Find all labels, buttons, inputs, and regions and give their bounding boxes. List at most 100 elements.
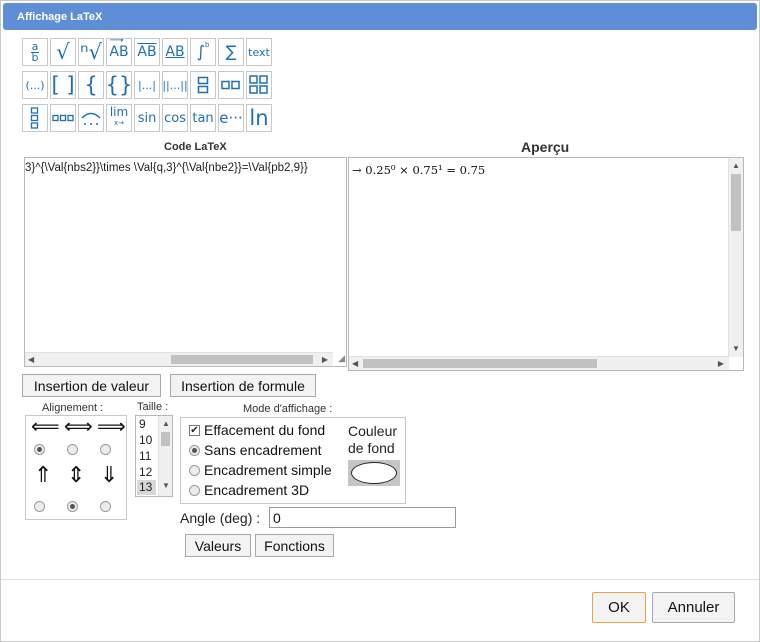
row-3-button[interactable]: [50, 104, 76, 132]
align-bottom-icon: ⇓: [100, 462, 119, 487]
align-right-radio[interactable]: [100, 444, 111, 455]
align-bottom-radio[interactable]: [100, 501, 111, 512]
parentheses-button[interactable]: (...): [22, 71, 48, 99]
size-scrollbar[interactable]: ▲ ▼: [158, 416, 172, 496]
preview-vscroll-thumb[interactable]: [731, 174, 741, 231]
align-center-h-icon: ⟺: [64, 416, 93, 438]
frame-none-option[interactable]: Sans encadrement: [189, 442, 322, 458]
exp-button[interactable]: e···: [218, 104, 244, 132]
exp-icon: e···: [219, 108, 243, 127]
frame-none-radio[interactable]: [189, 445, 200, 456]
norm-icon: ||...||: [162, 78, 188, 92]
column-3-button[interactable]: [22, 104, 48, 132]
norm-button[interactable]: ||...||: [162, 71, 188, 99]
display-mode-label: Mode d'affichage :: [243, 403, 333, 415]
brace-button[interactable]: {: [78, 71, 104, 99]
vector-icon: ⟶ AB: [109, 38, 129, 60]
angle-input[interactable]: [269, 507, 456, 528]
align-right-icon: ⟹: [97, 416, 126, 438]
sum-button[interactable]: ∑: [218, 38, 244, 66]
preview-hscroll-thumb[interactable]: [363, 359, 597, 368]
sin-button[interactable]: sin: [134, 104, 160, 132]
code-latex-label: Code LaTeX: [164, 141, 227, 153]
frame-3d-radio[interactable]: [189, 485, 200, 496]
vector-button[interactable]: ⟶ AB: [106, 38, 132, 66]
alignment-group: ⟸ ⟺ ⟹ ⇑ ⇕ ⇓: [25, 415, 127, 520]
sin-icon: sin: [137, 110, 157, 126]
bg-color-picker[interactable]: [348, 460, 400, 486]
integral-button[interactable]: ∫ b: [190, 38, 216, 66]
editor-horizontal-scrollbar[interactable]: ◀ ▶: [25, 352, 333, 366]
latex-code-editor[interactable]: 3}^{\Val{nbs2}}\times \Val{q,3}^{\Val{nb…: [24, 157, 347, 367]
functions-button[interactable]: Fonctions: [255, 534, 334, 557]
ok-button[interactable]: OK: [592, 592, 646, 623]
erase-background-option[interactable]: ✔ Effacement du fond: [189, 422, 325, 438]
arc-button[interactable]: [78, 104, 104, 132]
align-center-v-radio[interactable]: [67, 501, 78, 512]
tan-button[interactable]: tan: [190, 104, 216, 132]
scroll-down-icon[interactable]: ▼: [162, 482, 170, 490]
limit-button[interactable]: lim x→: [106, 104, 132, 132]
ln-button[interactable]: ln: [246, 104, 272, 132]
preview-vertical-scrollbar[interactable]: ▲ ▼: [728, 158, 743, 357]
color-oval-icon: [351, 462, 397, 484]
size-scroll-thumb[interactable]: [161, 432, 170, 446]
sqrt-icon: √: [56, 39, 70, 64]
braces-icon: {}: [106, 72, 132, 97]
scroll-right-icon[interactable]: ▶: [322, 356, 328, 364]
size-option-selected[interactable]: 13: [137, 480, 156, 495]
nth-root-button[interactable]: ⁿ√: [78, 38, 104, 66]
scroll-up-icon[interactable]: ▲: [162, 420, 170, 428]
erase-background-checkbox[interactable]: ✔: [189, 425, 200, 436]
matrix-icon: [249, 75, 268, 94]
align-left-radio[interactable]: [34, 444, 45, 455]
underline-icon: AB: [165, 44, 185, 60]
brackets-button[interactable]: [ ]: [50, 71, 76, 99]
values-button[interactable]: Valeurs: [185, 534, 251, 557]
scroll-left-icon[interactable]: ◀: [352, 360, 358, 368]
frame-simple-option[interactable]: Encadrement simple: [189, 462, 332, 478]
scroll-left-icon[interactable]: ◀: [28, 356, 34, 364]
fraction-button[interactable]: ab: [22, 38, 48, 66]
frame-3d-option[interactable]: Encadrement 3D: [189, 482, 309, 498]
scroll-right-icon[interactable]: ▶: [718, 360, 724, 368]
preview-label: Aperçu: [521, 139, 570, 155]
text-button[interactable]: text: [246, 38, 272, 66]
latex-code-text[interactable]: 3}^{\Val{nbs2}}\times \Val{q,3}^{\Val{nb…: [25, 162, 308, 174]
align-center-h-radio[interactable]: [67, 444, 78, 455]
size-listbox[interactable]: 9 10 11 12 13 ▲ ▼: [135, 415, 173, 497]
size-label: Taille :: [137, 401, 169, 413]
size-option[interactable]: 10: [139, 433, 152, 448]
symbol-palette: ab √ ⁿ√ ⟶ AB AB AB ∫ b ∑ text (...) [ ] { …: [22, 38, 274, 134]
arc-icon: [81, 112, 101, 125]
resize-grip-icon[interactable]: ◢: [334, 354, 345, 365]
column-3-icon: [30, 107, 39, 129]
preview-horizontal-scrollbar[interactable]: ◀ ▶: [349, 356, 729, 370]
overline-button[interactable]: AB: [134, 38, 160, 66]
scroll-down-icon[interactable]: ▼: [732, 345, 740, 353]
brace-icon: {: [84, 72, 98, 97]
column-2-icon: [197, 76, 209, 94]
insert-value-button[interactable]: Insertion de valeur: [22, 374, 161, 397]
braces-button[interactable]: {}: [106, 71, 132, 99]
row-2-button[interactable]: [218, 71, 244, 99]
size-option[interactable]: 11: [139, 449, 151, 464]
sqrt-button[interactable]: √: [50, 38, 76, 66]
cos-button[interactable]: cos: [162, 104, 188, 132]
align-top-radio[interactable]: [34, 501, 45, 512]
underline-button[interactable]: AB: [162, 38, 188, 66]
size-option[interactable]: 12: [139, 465, 152, 480]
column-2-button[interactable]: [190, 71, 216, 99]
sum-icon: ∑: [225, 42, 237, 61]
row-3-icon: [52, 114, 74, 122]
ln-icon: ln: [249, 105, 269, 130]
abs-button[interactable]: |...|: [134, 71, 160, 99]
align-center-v-icon: ⇕: [67, 462, 86, 487]
cancel-button[interactable]: Annuler: [652, 592, 735, 623]
scroll-up-icon[interactable]: ▲: [732, 162, 740, 170]
frame-simple-radio[interactable]: [189, 465, 200, 476]
matrix-button[interactable]: [246, 71, 272, 99]
editor-hscroll-thumb[interactable]: [171, 355, 313, 364]
insert-formula-button[interactable]: Insertion de formule: [170, 374, 316, 397]
size-option[interactable]: 9: [139, 417, 146, 432]
